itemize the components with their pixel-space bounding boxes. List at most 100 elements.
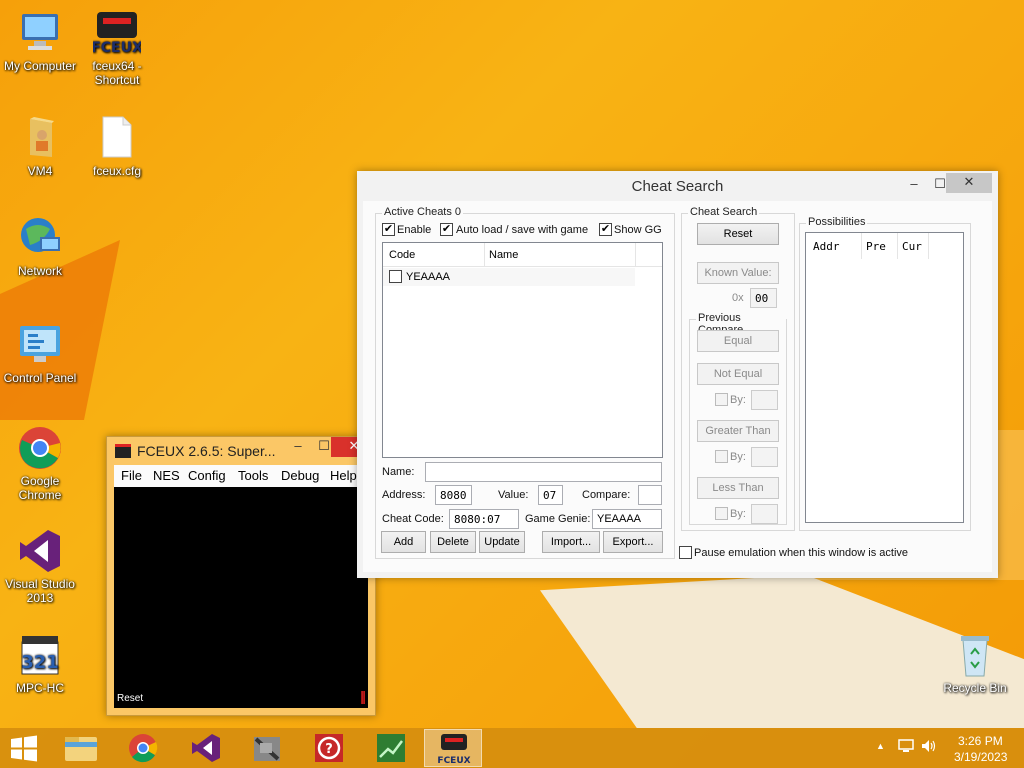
fceux-menubar: File NES Config Tools Debug Help [114,465,368,487]
taskbar-help[interactable]: ? [300,729,358,767]
desktop-icon-fceux64-shortcut[interactable]: FCEUX fceux64 - Shortcut [77,10,157,87]
menu-debug[interactable]: Debug [281,468,319,483]
desktop-icon-visual-studio[interactable]: Visual Studio 2013 [0,528,80,605]
address-field[interactable]: 8080 [435,485,472,505]
column-cur[interactable]: Cur [902,240,922,253]
desktop-icon-google-chrome[interactable]: Google Chrome [0,425,80,502]
desktop-icon-label: MPC-HC [16,681,64,695]
windows-icon [11,735,37,762]
export-button[interactable]: Export... [603,531,663,553]
network-tray-icon[interactable] [897,738,915,757]
taskbar-visual-studio[interactable] [176,729,234,767]
cheat-row[interactable]: YEAAAA [383,268,635,286]
volume-tray-icon[interactable] [920,738,938,757]
column-divider [635,243,636,267]
desktop-icon-control-panel[interactable]: Control Panel [0,322,80,385]
emulator-screen[interactable]: Reset || [114,487,368,708]
desktop-icon-label: Visual Studio 2013 [5,577,75,605]
cheat-row-checkbox[interactable] [389,270,402,283]
less-than-by-field[interactable] [751,504,778,524]
fceux-titlebar[interactable]: FCEUX 2.6.5: Super... ‒ ☐ ✕ [107,437,377,465]
menu-help[interactable]: Help [330,468,357,483]
game-genie-label: Game Genie: [525,513,591,525]
minimize-button[interactable]: ‒ [285,437,311,457]
update-button[interactable]: Update [479,531,525,553]
clock-date[interactable]: 3/19/2023 [954,750,1007,764]
pause-emulation-checkbox[interactable] [679,546,692,559]
taskbar-chrome[interactable] [114,729,172,767]
cheat-window-title: Cheat Search [631,178,724,195]
fceux-window[interactable]: FCEUX 2.6.5: Super... ‒ ☐ ✕ File NES Con… [106,436,377,716]
column-addr[interactable]: Addr [813,240,840,253]
greater-than-by-checkbox[interactable] [715,450,728,463]
taskbar-fceux[interactable]: FCEUX [424,729,482,767]
visual-studio-icon [192,734,220,762]
autoload-checkbox[interactable]: ✔ [440,223,453,236]
chrome-icon [16,425,64,471]
not-equal-button[interactable]: Not Equal [697,363,779,385]
minimize-button[interactable]: ‒ [901,175,927,195]
menu-config[interactable]: Config [188,468,226,483]
reset-button[interactable]: Reset [697,223,779,245]
file-icon [93,115,141,161]
show-hidden-icons[interactable]: ▲ [876,741,885,751]
column-name[interactable]: Name [489,249,518,261]
desktop-icon-mpc-hc[interactable]: 321 MPC-HC [0,632,80,695]
desktop-icon-label: fceux.cfg [92,164,142,178]
value-field[interactable]: 07 [538,485,563,505]
taskbar-resource-monitor[interactable] [362,729,420,767]
game-genie-field[interactable]: YEAAAA [592,509,662,529]
tool-icon [254,737,280,761]
taskbar-file-explorer[interactable] [52,729,110,767]
fceux-app-icon [115,444,131,458]
svg-text:FCEUX: FCEUX [93,40,141,56]
menu-tools[interactable]: Tools [238,468,268,483]
delete-button[interactable]: Delete [430,531,476,553]
cheat-search-window[interactable]: Cheat Search ‒ ☐ ✕ Active Cheats 0 ✔ Ena… [357,171,998,578]
status-text: Reset [117,693,144,704]
compare-field[interactable] [638,485,662,505]
desktop-icon-label: VM4 [27,164,53,178]
not-equal-by-field[interactable] [751,390,778,410]
recycle-bin-icon [951,632,999,678]
cheat-list-header: Code Name [383,243,662,267]
column-code[interactable]: Code [389,249,415,261]
menu-file[interactable]: File [121,468,142,483]
cheat-code-field[interactable]: 8080:07 [449,509,519,529]
desktop-icon-my-computer[interactable]: My Computer [0,10,80,73]
name-field[interactable] [425,462,662,482]
greater-than-button[interactable]: Greater Than [697,420,779,442]
desktop-icon-network[interactable]: Network [0,215,80,278]
equal-button[interactable]: Equal [697,330,779,352]
desktop-icon-label: My Computer [3,59,77,73]
add-button[interactable]: Add [381,531,426,553]
import-button[interactable]: Import... [542,531,600,553]
known-value-field[interactable]: 00 [750,288,777,308]
folder-icon [65,737,97,761]
desktop-icon-fceux-cfg[interactable]: fceux.cfg [77,115,157,178]
not-equal-by-checkbox[interactable] [715,393,728,406]
column-pre[interactable]: Pre [866,240,886,253]
desktop-icon-vm4[interactable]: VM4 [0,115,80,178]
cheat-list[interactable]: Code Name YEAAAA [382,242,663,458]
show-gg-checkbox[interactable]: ✔ [599,223,612,236]
known-value-button[interactable]: Known Value: [697,262,779,284]
greater-than-by-field[interactable] [751,447,778,467]
taskbar-tool-app[interactable] [238,729,296,767]
less-than-button[interactable]: Less Than [697,477,779,499]
hex-prefix-label: 0x [732,292,744,304]
less-than-by-checkbox[interactable] [715,507,728,520]
close-button[interactable]: ✕ [946,173,992,193]
desktop-icon-label: Recycle Bin [943,681,1007,695]
cheat-titlebar[interactable]: Cheat Search ‒ ☐ ✕ [363,171,992,201]
network-icon [16,215,64,261]
menu-nes[interactable]: NES [153,468,180,483]
enable-checkbox[interactable]: ✔ [382,223,395,236]
start-button[interactable] [0,729,48,767]
column-divider [861,233,862,259]
visual-studio-icon [16,528,64,574]
column-divider [484,243,485,267]
possibilities-list[interactable]: Addr Pre Cur [805,232,964,523]
clock-time[interactable]: 3:26 PM [958,734,1003,748]
desktop-icon-recycle-bin[interactable]: Recycle Bin [935,632,1015,695]
